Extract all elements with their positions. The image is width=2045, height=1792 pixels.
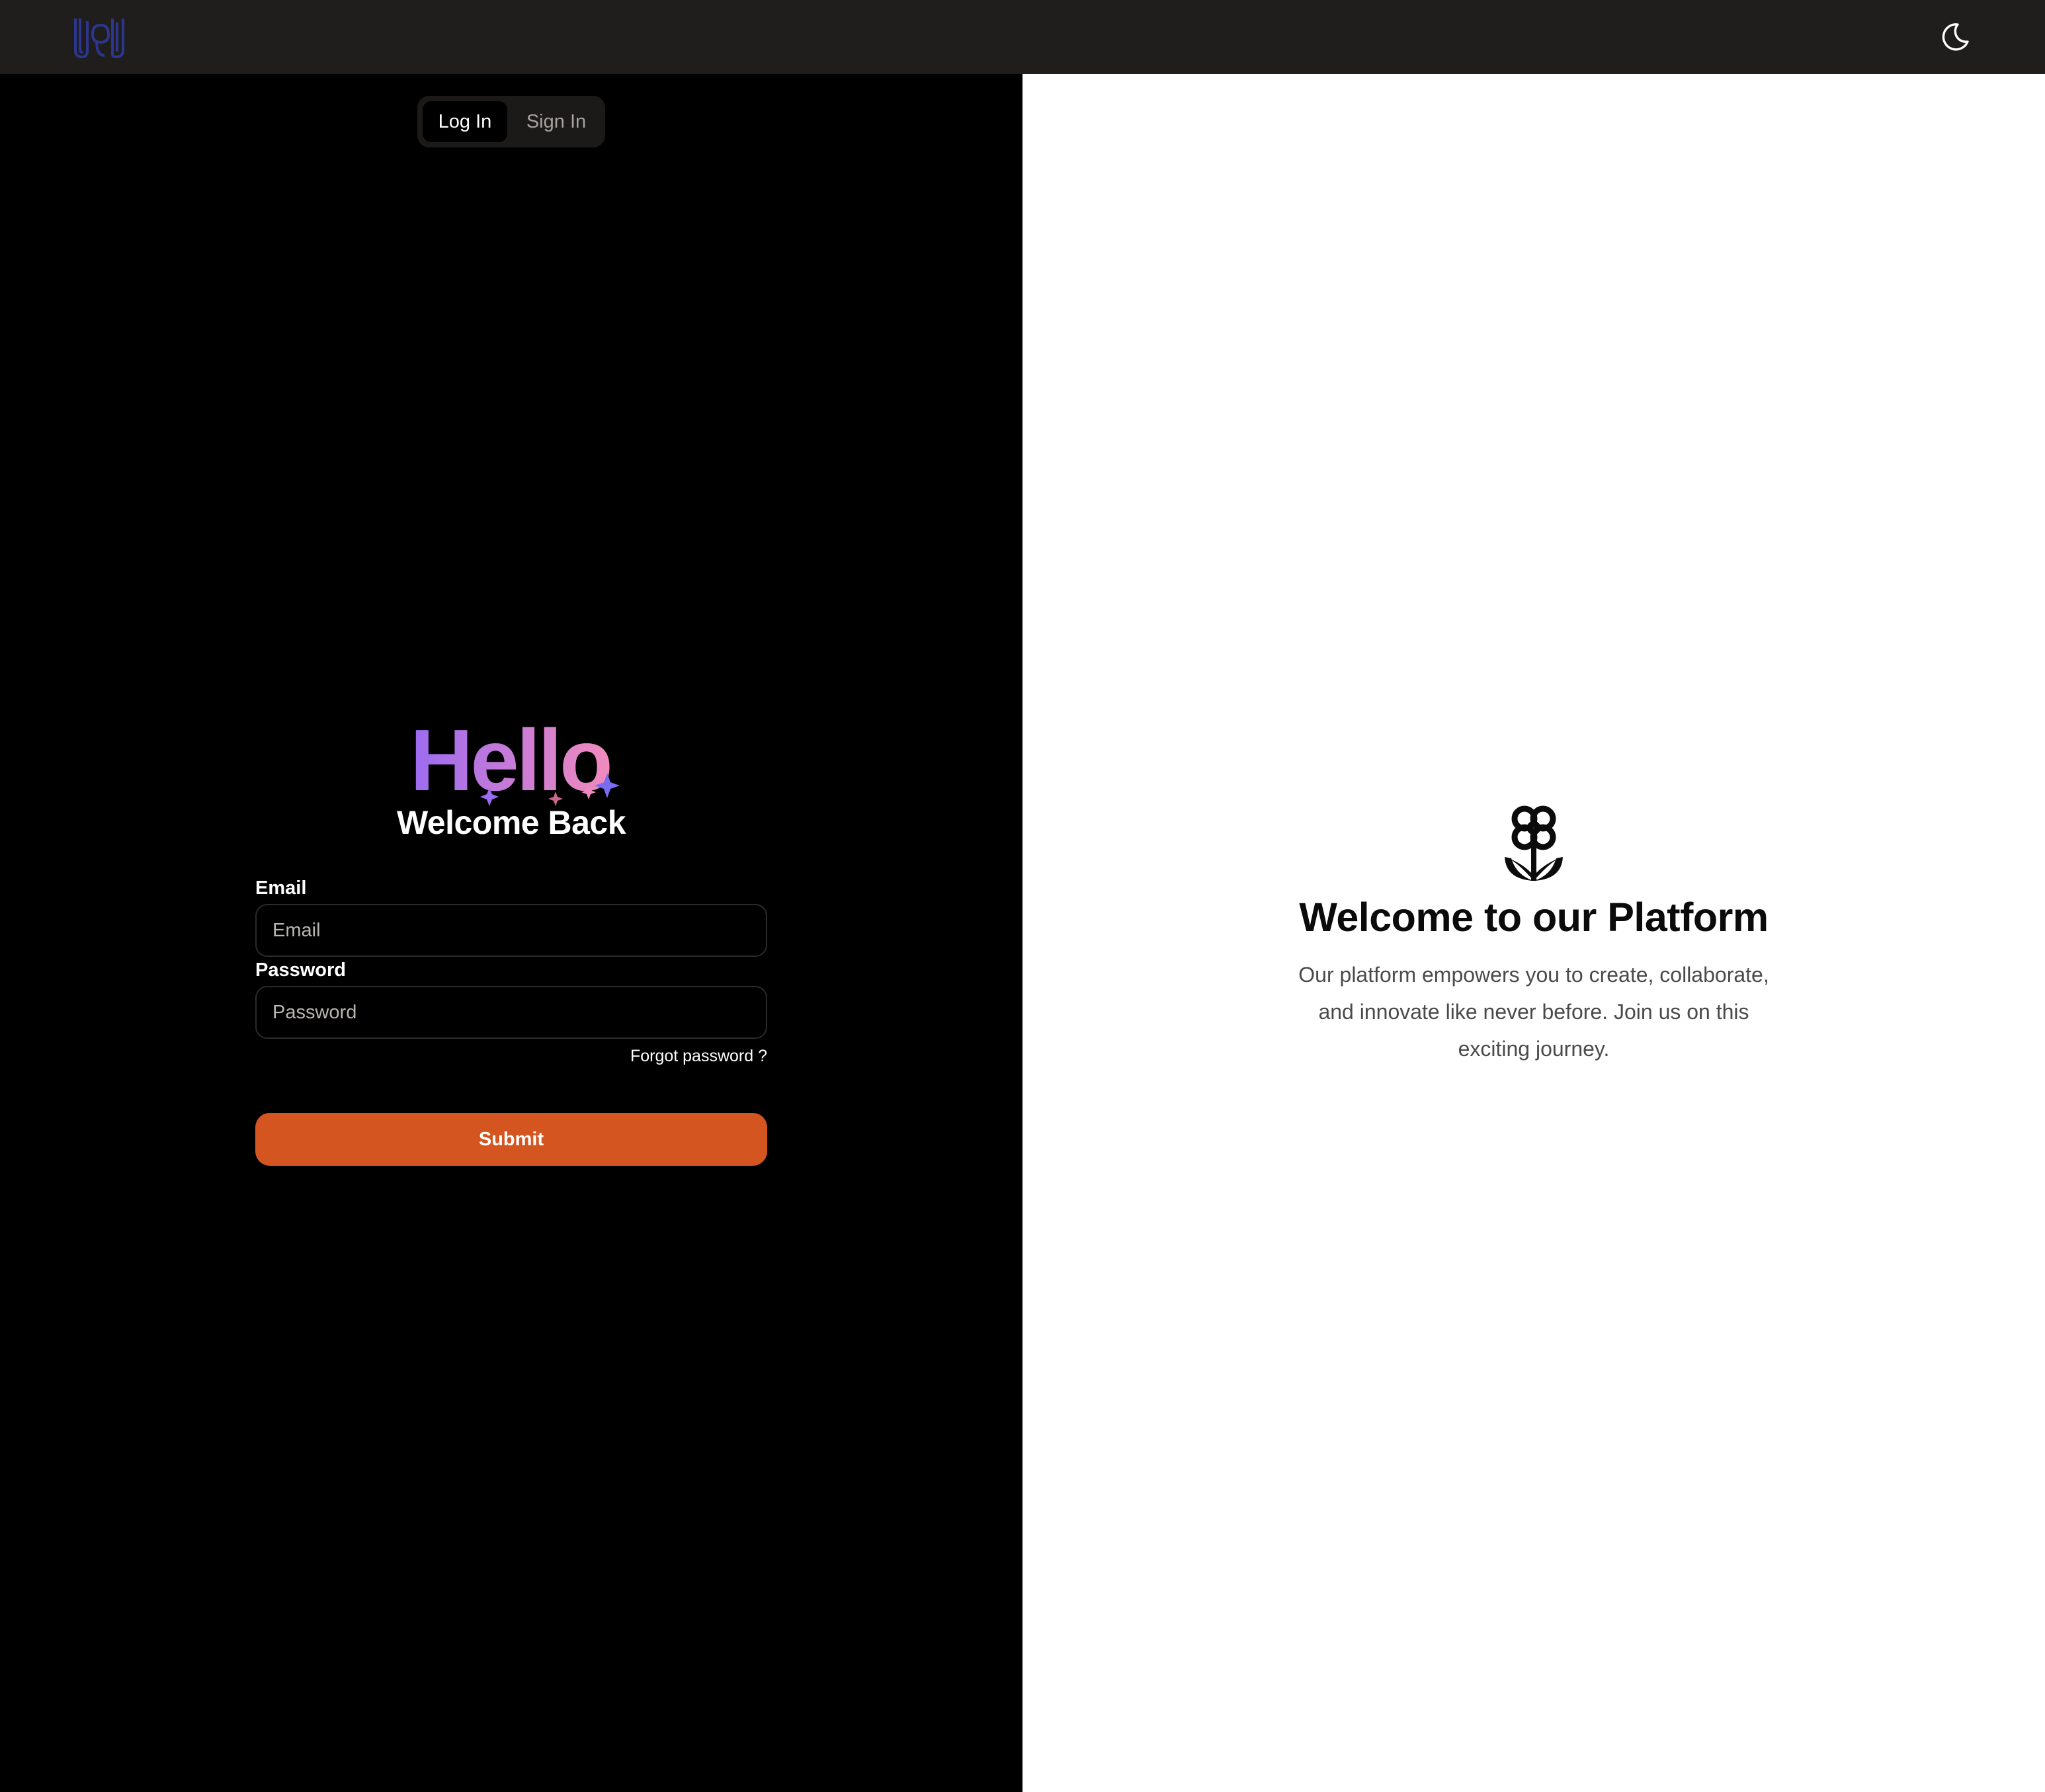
platform-description: Our platform empowers you to create, col… <box>1298 963 1769 1061</box>
logo-mark-icon[interactable] <box>73 15 126 60</box>
platform-title: Welcome to our Platform <box>1299 895 1769 940</box>
forgot-password-link[interactable]: Forgot password ? <box>630 1047 767 1066</box>
hello-wordmark: Hello <box>410 712 620 809</box>
password-field[interactable] <box>255 986 767 1039</box>
svg-text:Hello: Hello <box>410 712 610 809</box>
auth-tab-switcher: Log In Sign In <box>417 96 605 147</box>
flower-icon <box>1505 805 1563 881</box>
welcome-panel: Welcome to our Platform Our platform emp… <box>1023 74 2045 1792</box>
top-bar <box>0 0 2045 74</box>
email-field[interactable] <box>255 904 767 957</box>
password-label: Password <box>255 959 346 981</box>
welcome-back-subtitle: Welcome Back <box>396 804 626 841</box>
tab-log-in[interactable]: Log In <box>423 101 507 142</box>
moon-icon[interactable] <box>1938 20 1972 54</box>
tab-sign-in[interactable]: Sign In <box>513 101 600 142</box>
email-label: Email <box>255 877 307 899</box>
login-panel: Log In Sign In Hello Welcome Back Email … <box>0 74 1023 1792</box>
submit-button[interactable]: Submit <box>255 1113 767 1166</box>
